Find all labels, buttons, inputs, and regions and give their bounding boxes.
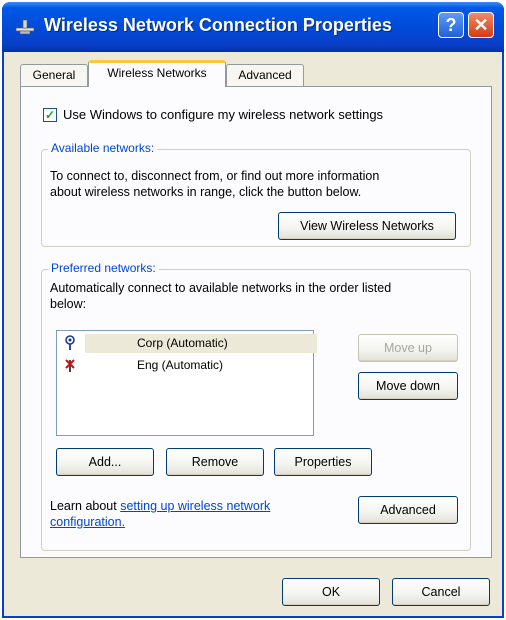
help-icon: ? <box>445 14 457 35</box>
cancel-button[interactable]: Cancel <box>392 578 490 606</box>
preferred-networks-legend: Preferred networks: <box>48 261 159 275</box>
use-windows-checkbox[interactable]: ✓ <box>43 107 57 122</box>
remove-button[interactable]: Remove <box>166 448 264 476</box>
wireless-antenna-icon <box>65 335 75 350</box>
move-up-button[interactable]: Move up <box>358 334 458 362</box>
tab-advanced-label: Advanced <box>238 68 292 82</box>
use-windows-label: Use Windows to configure my wireless net… <box>63 107 384 122</box>
tab-wireless-networks-label: Wireless Networks <box>107 66 207 80</box>
learn-about-prefix: Learn about <box>50 499 121 513</box>
help-button[interactable]: ? <box>438 12 464 38</box>
wireless-antenna-disconnected-icon <box>65 359 75 372</box>
close-icon: ✕ <box>473 14 489 35</box>
preferred-networks-list[interactable]: Corp (Automatic) Eng (Automatic) <box>56 330 317 436</box>
tab-general[interactable]: General <box>20 64 88 86</box>
preferred-desc-line2: below: <box>50 297 87 311</box>
learn-about-text: Learn about setting up wireless network … <box>50 498 270 530</box>
window-title: Wireless Network Connection Properties <box>44 15 392 35</box>
wireless-networks-panel: ✓ Use Windows to configure my wireless n… <box>20 86 492 558</box>
setup-wireless-link[interactable]: setting up wireless network <box>120 499 270 513</box>
preferred-networks-group: Preferred networks: Automatically connec… <box>41 261 471 551</box>
properties-dialog: Wireless Network Connection Properties ?… <box>2 2 504 618</box>
tab-wireless-networks[interactable]: Wireless Networks <box>88 60 226 87</box>
available-networks-legend: Available networks: <box>48 141 158 155</box>
tab-general-label: General <box>32 68 76 82</box>
move-down-button[interactable]: Move down <box>358 372 458 400</box>
network-name: Corp (Automatic) <box>137 336 228 350</box>
setup-wireless-link-continued[interactable]: configuration. <box>50 515 125 529</box>
network-connection-icon <box>15 19 35 35</box>
view-wireless-networks-button[interactable]: View Wireless Networks <box>278 212 456 240</box>
close-button[interactable]: ✕ <box>468 12 494 38</box>
preferred-networks-description: Automatically connect to available netwo… <box>50 280 391 312</box>
available-desc-line1: To connect to, disconnect from, or find … <box>50 169 380 183</box>
ok-button[interactable]: OK <box>282 578 380 606</box>
add-button[interactable]: Add... <box>56 448 154 476</box>
preferred-desc-line1: Automatically connect to available netwo… <box>50 281 392 295</box>
available-networks-description: To connect to, disconnect from, or find … <box>50 168 379 200</box>
checkmark-icon: ✓ <box>44 107 56 122</box>
use-windows-checkbox-row[interactable]: ✓ Use Windows to configure my wireless n… <box>43 107 383 122</box>
properties-button[interactable]: Properties <box>274 448 372 476</box>
list-item[interactable]: Eng (Automatic) <box>57 355 315 375</box>
advanced-button[interactable]: Advanced <box>358 496 458 524</box>
title-bar[interactable]: Wireless Network Connection Properties ?… <box>2 2 504 52</box>
available-desc-line2: about wireless networks in range, click … <box>50 185 362 199</box>
tab-advanced[interactable]: Advanced <box>226 64 304 86</box>
list-item[interactable]: Corp (Automatic) <box>57 333 317 353</box>
available-networks-group: Available networks: To connect to, disco… <box>41 141 471 247</box>
network-name: Eng (Automatic) <box>137 358 224 372</box>
